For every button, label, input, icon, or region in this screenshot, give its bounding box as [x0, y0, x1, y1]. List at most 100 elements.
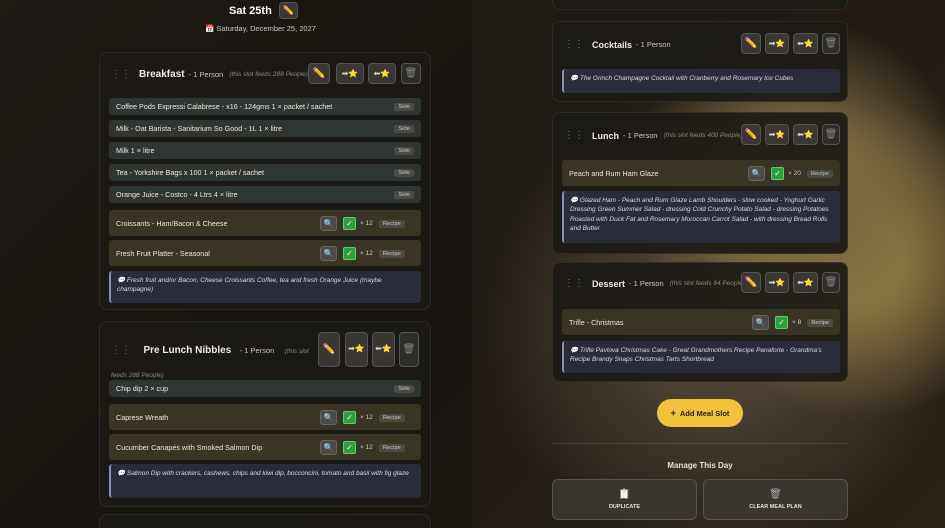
divider [552, 443, 848, 444]
slot-note: 💬 The Grinch Champagne Cocktail with Cra… [562, 69, 840, 93]
view-recipe-button[interactable]: 🔍 [320, 440, 337, 455]
edit-day-button[interactable]: ✏️ [278, 2, 298, 19]
delete-slot-button[interactable]: 🗑 [399, 332, 419, 367]
recipe-quantity: × 20 [788, 170, 801, 177]
list-item[interactable]: Milk - Oat Barista - Sanitarium So Good … [109, 120, 421, 137]
recipe-row[interactable]: Fresh Fruit Platter - Seasonal 🔍 ✓ × 12 … [109, 240, 421, 266]
slot-note: 💬 Fresh fruit and/or Bacon, Cheese Crois… [109, 271, 421, 303]
move-next-button[interactable]: ➡⭐ [336, 63, 364, 84]
move-next-button[interactable]: ➡⭐ [765, 124, 789, 145]
recipe-quantity: × 12 [360, 444, 373, 451]
edit-slot-button[interactable]: ✏️ [308, 63, 330, 84]
side-badge: Side [394, 384, 414, 393]
include-checkbox[interactable]: ✓ [343, 217, 356, 230]
slot-header: ⋮⋮ Dessert - 1 Person (this slot feeds 6… [564, 278, 745, 289]
move-next-button[interactable]: ➡⭐ [765, 33, 789, 54]
note-icon: 💬 [570, 347, 579, 354]
side-badge: Side [394, 168, 414, 177]
slot-note: 💬 Trifle Pavlova Christmas Cake - Great … [562, 341, 840, 373]
move-prev-button[interactable]: ⬅⭐ [372, 332, 395, 367]
drag-handle-icon[interactable]: ⋮⋮ [111, 345, 131, 356]
meal-slot-breakfast: ⋮⋮ Breakfast - 1 Person (this slot feeds… [99, 52, 431, 310]
item-name: Orange Juice - Costco - 4 Ltrs 4 × litre [116, 190, 238, 199]
drag-handle-icon[interactable]: ⋮⋮ [564, 278, 584, 289]
include-checkbox[interactable]: ✓ [343, 411, 356, 424]
pencil-icon: ✏️ [744, 38, 758, 49]
pencil-icon: ✏️ [322, 344, 336, 355]
include-checkbox[interactable]: ✓ [343, 441, 356, 454]
move-prev-button[interactable]: ⬅⭐ [793, 124, 818, 145]
trash-icon: 🗑 [824, 277, 838, 288]
slot-header: ⋮⋮ Cocktails - 1 Person [564, 39, 671, 50]
meal-slot-pre-lunch: ⋮⋮ Pre Lunch Nibbles - 1 Person (this sl… [99, 321, 431, 507]
slot-name: Pre Lunch Nibbles [143, 345, 232, 356]
slot-header: ⋮⋮ Pre Lunch Nibbles - 1 Person (this sl… [111, 337, 311, 385]
duplicate-button[interactable]: 📋 DUPLICATE [552, 479, 697, 520]
recipe-quantity: × 12 [360, 414, 373, 421]
calendar-icon: 📅 [205, 24, 215, 33]
clipboard-icon: 📋 [618, 489, 631, 500]
drag-handle-icon[interactable]: ⋮⋮ [564, 130, 584, 141]
check-icon: ✓ [346, 413, 353, 422]
side-badge: Side [394, 124, 414, 133]
edit-slot-button[interactable]: ✏️ [318, 332, 340, 367]
note-text: The Grinch Champagne Cocktail with Cranb… [579, 75, 794, 82]
trash-icon: 🗑 [824, 129, 838, 140]
edit-slot-button[interactable]: ✏️ [741, 272, 761, 293]
view-recipe-button[interactable]: 🔍 [320, 246, 337, 261]
edit-slot-button[interactable]: ✏️ [741, 33, 761, 54]
arrow-left-star-icon: ⬅⭐ [797, 39, 814, 48]
drag-handle-icon[interactable]: ⋮⋮ [564, 39, 584, 50]
recipe-row[interactable]: Caprese Wreath 🔍 ✓ × 12 Recipe [109, 404, 421, 430]
recipe-row[interactable]: Peach and Rum Ham Glaze 🔍 ✓ × 20 Recipe [562, 160, 840, 186]
day-date-text: Saturday, December 25, 2027 [216, 24, 316, 33]
view-recipe-button[interactable]: 🔍 [320, 216, 337, 231]
view-recipe-button[interactable]: 🔍 [748, 166, 765, 181]
slot-feeds: (this slot feeds 288 People) [229, 71, 308, 78]
view-recipe-button[interactable]: 🔍 [320, 410, 337, 425]
note-icon: 💬 [117, 277, 126, 284]
edit-slot-button[interactable]: ✏️ [741, 124, 761, 145]
slot-note: 💬 Salmon Dip with crackers, cashews, chi… [109, 464, 421, 498]
recipe-controls: 🔍 ✓ × 20 Recipe [748, 166, 833, 181]
check-icon: ✓ [346, 443, 353, 452]
list-item[interactable]: Orange Juice - Costco - 4 Ltrs 4 × litre… [109, 186, 421, 203]
list-item[interactable]: Tea - Yorkshire Bags x 100 1 × packet / … [109, 164, 421, 181]
list-item[interactable]: Chip dip 2 × cup Side [109, 380, 421, 397]
clear-meal-plan-button[interactable]: 🗑 CLEAR MEAL PLAN [703, 479, 848, 520]
search-icon: 🔍 [323, 249, 334, 258]
item-name: Tea - Yorkshire Bags x 100 1 × packet / … [116, 168, 265, 177]
move-prev-button[interactable]: ⬅⭐ [793, 272, 818, 293]
move-next-button[interactable]: ➡⭐ [345, 332, 368, 367]
move-next-button[interactable]: ➡⭐ [765, 272, 789, 293]
delete-slot-button[interactable]: 🗑 [401, 63, 421, 84]
trash-icon: 🗑 [402, 344, 416, 355]
delete-slot-button[interactable]: 🗑 [822, 272, 840, 293]
include-checkbox[interactable]: ✓ [775, 316, 788, 329]
add-meal-slot-button[interactable]: + Add Meal Slot [657, 399, 743, 427]
include-checkbox[interactable]: ✓ [343, 247, 356, 260]
recipe-row[interactable]: Cucumber Canapés with Smoked Salmon Dip … [109, 434, 421, 460]
list-item[interactable]: Coffee Pods Expressi Calabrese - x16 - 1… [109, 98, 421, 115]
recipe-name: Caprese Wreath [116, 412, 169, 422]
include-checkbox[interactable]: ✓ [771, 167, 784, 180]
recipe-row[interactable]: Croissants - Ham/Bacon & Cheese 🔍 ✓ × 12… [109, 210, 421, 236]
slot-header: ⋮⋮ Breakfast - 1 Person (this slot feeds… [111, 69, 308, 80]
note-text: Glazed Ham - Peach and Rum Glaze Lamb Sh… [570, 197, 829, 233]
recipe-controls: 🔍 ✓ × 8 Recipe [752, 315, 834, 330]
recipe-badge: Recipe [378, 219, 405, 228]
search-icon: 🔍 [755, 318, 766, 327]
trash-icon: 🗑 [769, 489, 782, 500]
plus-icon: + [670, 408, 676, 418]
check-icon: ✓ [346, 249, 353, 258]
item-name: Milk - Oat Barista - Sanitarium So Good … [116, 124, 283, 133]
drag-handle-icon[interactable]: ⋮⋮ [111, 69, 131, 80]
move-prev-button[interactable]: ⬅⭐ [793, 33, 818, 54]
slot-count: - 1 Person [623, 131, 658, 140]
delete-slot-button[interactable]: 🗑 [822, 124, 840, 145]
recipe-row[interactable]: Trifle - Christmas 🔍 ✓ × 8 Recipe [562, 309, 840, 335]
view-recipe-button[interactable]: 🔍 [752, 315, 769, 330]
list-item[interactable]: Milk 1 × litre Side [109, 142, 421, 159]
delete-slot-button[interactable]: 🗑 [822, 33, 840, 54]
move-prev-button[interactable]: ⬅⭐ [368, 63, 396, 84]
